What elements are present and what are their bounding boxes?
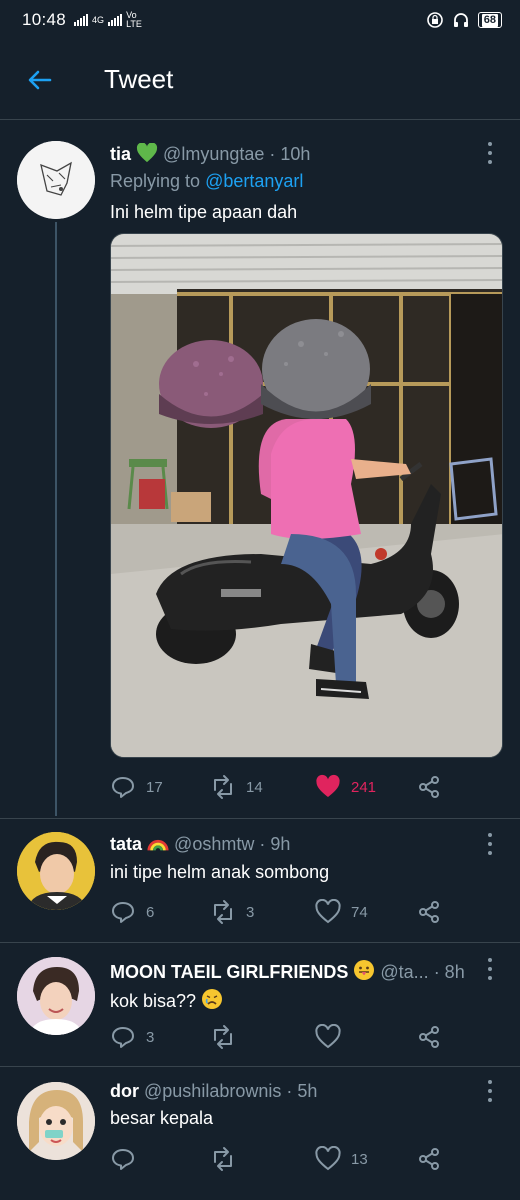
replying-to-handle[interactable]: @bertanyarl bbox=[205, 171, 303, 191]
retweet-button[interactable]: 14 bbox=[210, 772, 263, 802]
more-options-icon[interactable] bbox=[487, 142, 493, 164]
reply-button[interactable]: 6 bbox=[110, 897, 154, 927]
share-button[interactable] bbox=[416, 1144, 442, 1174]
reply-header: dor @pushilabrownis · 5h bbox=[110, 1081, 317, 1102]
like-button[interactable] bbox=[315, 1022, 351, 1052]
reply-header: MOON TAEIL GIRLFRIENDS @ta... · 8h bbox=[110, 959, 465, 983]
like-count: 13 bbox=[351, 1150, 368, 1168]
reply-text: besar kepala bbox=[110, 1108, 214, 1128]
like-button[interactable]: 74 bbox=[315, 897, 368, 927]
avatar-dor[interactable] bbox=[17, 1082, 95, 1160]
like-button[interactable]: 13 bbox=[315, 1144, 368, 1174]
retweet-icon bbox=[214, 1025, 232, 1049]
tweet-text: Ini helm tipe apaan dah bbox=[110, 202, 298, 222]
data-saver-icon bbox=[426, 12, 443, 28]
main-tweet-actions: 17 14 241 bbox=[110, 772, 450, 802]
reply-actions: 6 3 74 bbox=[110, 897, 450, 927]
reply-count: 17 bbox=[146, 778, 163, 796]
reply-icon bbox=[112, 777, 134, 798]
reply-text: kok bisa?? bbox=[110, 988, 223, 1012]
reply-count: 3 bbox=[146, 1028, 155, 1046]
green-heart-icon bbox=[137, 143, 158, 163]
retweet-button[interactable]: 3 bbox=[210, 897, 254, 927]
author-handle[interactable]: @ta... bbox=[380, 962, 428, 982]
thread-connector-line bbox=[55, 222, 57, 816]
avatar-moon-taeil-girlfriends[interactable] bbox=[17, 957, 95, 1035]
volte-label: Vo LTE bbox=[126, 10, 142, 29]
retweet-count: 14 bbox=[246, 778, 263, 796]
tweet-time: · 5h bbox=[286, 1081, 318, 1101]
author-handle[interactable]: @pushilabrownis bbox=[144, 1081, 281, 1101]
rainbow-icon bbox=[147, 839, 169, 851]
avatar-tata[interactable] bbox=[17, 832, 95, 910]
divider bbox=[0, 942, 520, 943]
reply-button[interactable] bbox=[110, 1144, 146, 1174]
reply-icon bbox=[112, 1027, 134, 1048]
author-name[interactable]: dor bbox=[110, 1081, 139, 1101]
reply-actions: 3 bbox=[110, 1022, 450, 1052]
back-arrow-icon[interactable] bbox=[26, 66, 54, 94]
signal-bars-2-icon bbox=[108, 14, 123, 26]
tweet-time: · 10h bbox=[269, 144, 311, 164]
retweet-button[interactable] bbox=[210, 1022, 246, 1052]
reply-text-content: kok bisa?? bbox=[110, 991, 197, 1011]
reply-count: 6 bbox=[146, 903, 155, 921]
like-button[interactable]: 241 bbox=[315, 772, 376, 802]
author-handle[interactable]: @oshmtw bbox=[174, 834, 254, 854]
like-count: 74 bbox=[351, 903, 368, 921]
heart-filled-icon bbox=[316, 774, 340, 797]
sad-face-icon bbox=[202, 989, 223, 1009]
author-name[interactable]: tata bbox=[110, 834, 142, 854]
tongue-face-icon bbox=[354, 960, 375, 980]
share-icon bbox=[419, 1148, 439, 1170]
heart-icon bbox=[315, 899, 341, 924]
reply-button[interactable]: 17 bbox=[110, 772, 163, 802]
heart-icon bbox=[315, 1024, 341, 1049]
retweet-count: 3 bbox=[246, 903, 255, 921]
replying-to-line: Replying to @bertanyarl bbox=[110, 171, 303, 192]
share-button[interactable] bbox=[416, 897, 442, 927]
author-handle[interactable]: @lmyungtae bbox=[163, 144, 264, 164]
author-name[interactable]: tia bbox=[110, 144, 131, 164]
page-title: Tweet bbox=[104, 64, 174, 94]
share-icon bbox=[419, 901, 439, 923]
headphones-icon bbox=[453, 13, 468, 27]
share-icon bbox=[419, 1026, 439, 1048]
reply-actions: 13 bbox=[110, 1144, 450, 1174]
share-button[interactable] bbox=[416, 1022, 442, 1052]
status-bar: 10:48 4G Vo LTE 68 bbox=[0, 0, 520, 40]
avatar-tia[interactable] bbox=[17, 141, 95, 219]
more-options-icon[interactable] bbox=[487, 833, 493, 855]
network-type: 4G bbox=[92, 15, 105, 25]
tweet-time: · 9h bbox=[259, 834, 291, 854]
battery-level: 68 bbox=[481, 13, 498, 27]
like-count: 241 bbox=[351, 778, 377, 796]
retweet-icon bbox=[214, 775, 232, 799]
reply-text: ini tipe helm anak sombong bbox=[110, 862, 330, 882]
share-button[interactable] bbox=[416, 772, 442, 802]
heart-icon bbox=[315, 1146, 341, 1171]
signal-bars-icon bbox=[74, 14, 89, 26]
author-name[interactable]: MOON TAEIL GIRLFRIENDS bbox=[110, 962, 348, 982]
replying-prefix: Replying to bbox=[110, 171, 201, 191]
divider bbox=[0, 818, 520, 819]
signal-indicators: 4G Vo LTE bbox=[74, 11, 146, 29]
retweet-icon bbox=[214, 1147, 232, 1171]
reply-button[interactable]: 3 bbox=[110, 1022, 154, 1052]
tweet-media-image[interactable] bbox=[110, 233, 503, 758]
status-time: 10:48 bbox=[22, 10, 67, 29]
reply-icon bbox=[112, 1149, 134, 1170]
battery-indicator: 68 bbox=[477, 12, 502, 28]
more-options-icon[interactable] bbox=[487, 1080, 493, 1102]
tweet-time: · 8h bbox=[433, 962, 465, 982]
more-options-icon[interactable] bbox=[487, 958, 493, 980]
retweet-icon bbox=[214, 900, 232, 924]
share-icon bbox=[419, 776, 439, 798]
top-app-bar: Tweet bbox=[0, 40, 520, 120]
main-tweet-header: tia @lmyungtae · 10h bbox=[110, 143, 310, 165]
reply-icon bbox=[112, 902, 134, 923]
reply-header: tata @oshmtw · 9h bbox=[110, 834, 290, 855]
divider bbox=[0, 1066, 520, 1067]
retweet-button[interactable] bbox=[210, 1144, 246, 1174]
